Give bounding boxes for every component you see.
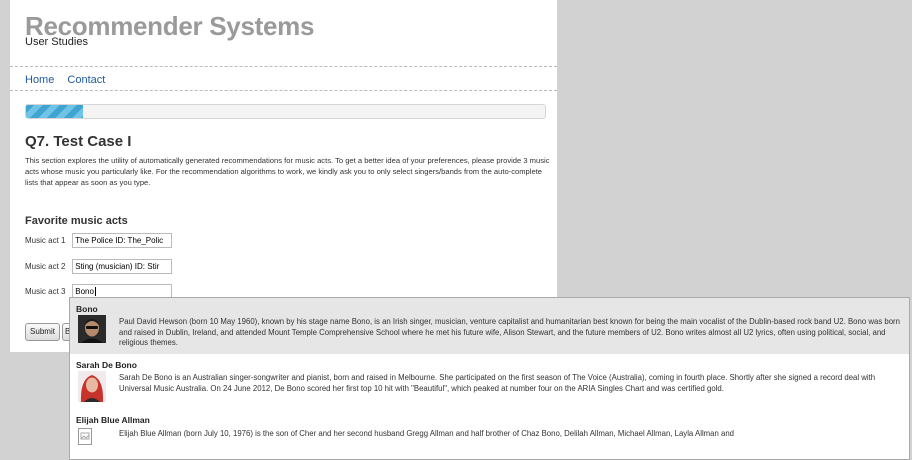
- top-nav: Home Contact: [25, 74, 115, 86]
- nav-home-link[interactable]: Home: [25, 74, 54, 86]
- bono-portrait: [78, 315, 106, 343]
- question-title: Q7. Test Case I: [25, 133, 132, 150]
- music-act-3-label: Music act 3: [25, 287, 66, 296]
- autocomplete-item-name: Sarah De Bono: [76, 360, 137, 370]
- music-act-2-label: Music act 2: [25, 262, 66, 271]
- autocomplete-item-elijah-blue-allman[interactable]: Elijah Blue Allman Elijah Blue Allman (b…: [70, 410, 909, 459]
- nav-contact-link[interactable]: Contact: [67, 74, 105, 86]
- autocomplete-item-description: Paul David Hewson (born 10 May 1960), kn…: [119, 317, 900, 348]
- site-subtitle: User Studies: [25, 36, 88, 48]
- image-placeholder-icon: [78, 428, 92, 445]
- music-act-1-label: Music act 1: [25, 236, 66, 245]
- submit-button[interactable]: Submit: [25, 323, 60, 341]
- header-divider: [10, 66, 557, 67]
- music-act-3-value: Bono: [75, 287, 94, 296]
- autocomplete-item-name: Bono: [76, 304, 98, 314]
- autocomplete-item-name: Elijah Blue Allman: [76, 415, 150, 425]
- progress-bar: [25, 104, 546, 119]
- favorite-acts-heading: Favorite music acts: [25, 215, 128, 227]
- music-act-2-row: Music act 2 Sting (musician) ID: Stir: [25, 259, 173, 274]
- autocomplete-item-description: Elijah Blue Allman (born July 10, 1976) …: [119, 429, 735, 438]
- autocomplete-item-sarah-de-bono[interactable]: Sarah De Bono Sarah De Bono is an Austra…: [70, 354, 909, 410]
- autocomplete-dropdown: Bono Paul David Hewson (born 10 May 1960…: [69, 297, 910, 460]
- sarah-de-bono-portrait: [78, 371, 106, 402]
- nav-divider: [10, 90, 557, 91]
- music-act-2-input[interactable]: Sting (musician) ID: Stir: [72, 259, 173, 274]
- question-intro: This section explores the utility of aut…: [25, 156, 550, 187]
- music-act-1-input[interactable]: The Police ID: The_Polic: [72, 233, 173, 248]
- music-act-1-row: Music act 1 The Police ID: The_Polic: [25, 233, 173, 248]
- autocomplete-item-bono[interactable]: Bono Paul David Hewson (born 10 May 1960…: [70, 298, 909, 354]
- progress-fill: [26, 105, 84, 118]
- autocomplete-item-description: Sarah De Bono is an Australian singer-so…: [119, 373, 876, 393]
